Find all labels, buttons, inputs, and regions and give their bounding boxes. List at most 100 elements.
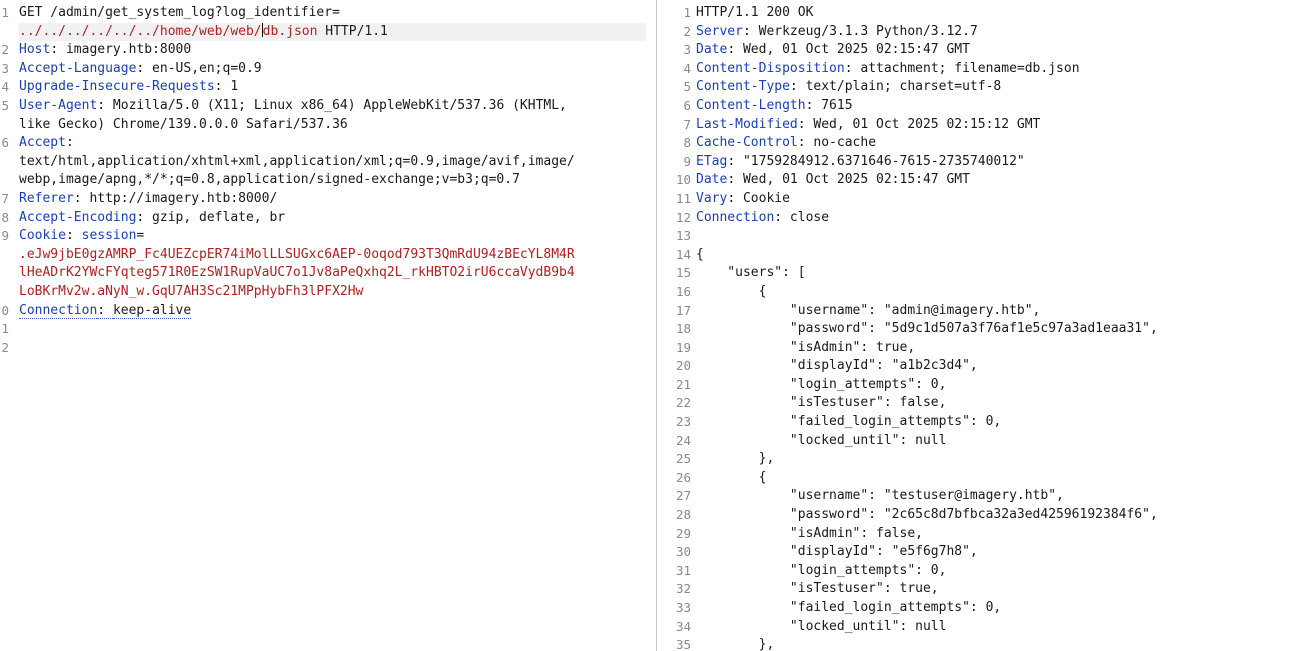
header-name: Host xyxy=(19,42,51,58)
line-number: 27 xyxy=(675,488,691,504)
response-header[interactable]: Date: Wed, 01 Oct 2025 02:15:47 GMT xyxy=(696,171,1304,190)
json-body-line[interactable]: }, xyxy=(696,450,1304,469)
line-number: 34 xyxy=(675,618,691,634)
json-body-line[interactable]: "login_attempts": 0, xyxy=(696,562,1304,581)
json-body-line[interactable]: "locked_until": null xyxy=(696,432,1304,451)
line-number: 11 xyxy=(675,190,691,206)
header-value: no-cache xyxy=(805,135,877,151)
response-header[interactable]: Vary: Cookie xyxy=(696,190,1304,209)
line-number: 17 xyxy=(675,302,691,318)
line-number xyxy=(0,23,9,42)
json-body-line[interactable]: "failed_login_attempts": 0, xyxy=(696,413,1304,432)
json-body-line[interactable]: "password": "5d9c1d507a3f76af1e5c97a3ad1… xyxy=(696,320,1304,339)
line-number: 18 xyxy=(675,321,691,337)
json-body-line[interactable]: "username": "admin@imagery.htb", xyxy=(696,302,1304,321)
json-text: "users": [ xyxy=(696,265,806,281)
json-body-line[interactable]: "login_attempts": 0, xyxy=(696,376,1304,395)
header-accept-language[interactable]: Accept-Language: en-US,en;q=0.9 xyxy=(19,60,646,79)
cookie-value-2[interactable]: lHeADrK2YWcFYqteg571R0EzSW1RupVaUC7o1Jv8… xyxy=(19,264,646,283)
json-body-line[interactable]: "isAdmin": true, xyxy=(696,339,1304,358)
header-name: Last-Modified xyxy=(696,116,798,132)
response-header[interactable]: Server: Werkzeug/3.1.3 Python/3.12.7 xyxy=(696,23,1304,42)
line-number xyxy=(0,153,9,172)
line-number: 7 xyxy=(683,116,691,132)
header-accept-encoding[interactable]: Accept-Encoding: gzip, deflate, br xyxy=(19,209,646,228)
cookie-value: lHeADrK2YWcFYqteg571R0EzSW1RupVaUC7o1Jv8… xyxy=(19,265,575,281)
header-upgrade-insecure[interactable]: Upgrade-Insecure-Requests: 1 xyxy=(19,78,646,97)
json-body-line[interactable]: "displayId": "a1b2c3d4", xyxy=(696,357,1304,376)
json-text: "failed_login_attempts": 0, xyxy=(696,414,1002,430)
line-number: 6 xyxy=(683,97,691,113)
header-host[interactable]: Host: imagery.htb:8000 xyxy=(19,41,646,60)
json-body-line[interactable]: { xyxy=(696,283,1304,302)
response-header[interactable]: Content-Disposition: attachment; filenam… xyxy=(696,60,1304,79)
line-number: 24 xyxy=(675,432,691,448)
header-user-agent-cont[interactable]: like Gecko) Chrome/139.0.0.0 Safari/537.… xyxy=(19,116,646,135)
line-number: 3 xyxy=(683,42,691,58)
header-name: Accept-Language xyxy=(19,60,137,76)
json-body-line[interactable]: { xyxy=(696,469,1304,488)
header-referer[interactable]: Referer: http://imagery.htb:8000/ xyxy=(19,190,646,209)
header-name: Connection xyxy=(19,302,98,319)
request-line-path[interactable]: ../../../../../../home/web/web/db.json H… xyxy=(19,22,646,42)
json-text: }, xyxy=(696,637,775,651)
header-name: User-Agent xyxy=(19,97,98,113)
json-body-line[interactable]: { xyxy=(696,246,1304,265)
header-connection[interactable]: Connection: keep-alive xyxy=(19,302,646,321)
json-body-line[interactable]: "users": [ xyxy=(696,264,1304,283)
header-user-agent[interactable]: User-Agent: Mozilla/5.0 (X11; Linux x86_… xyxy=(19,97,646,116)
response-header[interactable]: ETag: "1759284912.6371646-7615-273574001… xyxy=(696,153,1304,172)
line-number: 10 xyxy=(675,172,691,188)
line-number: 28 xyxy=(675,507,691,523)
json-body-line[interactable]: "username": "testuser@imagery.htb", xyxy=(696,487,1304,506)
line-number: 30 xyxy=(675,544,691,560)
header-name: Content-Type xyxy=(696,79,790,95)
json-body-line[interactable]: "isTestuser": false, xyxy=(696,394,1304,413)
json-text: "isTestuser": false, xyxy=(696,395,947,411)
response-header[interactable]: Content-Length: 7615 xyxy=(696,97,1304,116)
line-number: 35 xyxy=(675,637,691,651)
response-viewer[interactable]: 1 2 3 4 5 6 7 8 9 10 11 12 13 14 15 16 17 18 19 20 21 22 23 24 2… xyxy=(657,0,1310,651)
response-text[interactable]: HTTP/1.1 200 OK Server: Werkzeug/3.1.3 P… xyxy=(696,4,1304,651)
response-header[interactable]: Connection: close xyxy=(696,209,1304,228)
header-name: Date xyxy=(696,172,728,188)
response-header[interactable]: Date: Wed, 01 Oct 2025 02:15:47 GMT xyxy=(696,41,1304,60)
json-text: "password": "2c65c8d7bfbca32a3ed42596192… xyxy=(696,507,1158,523)
header-value: Cookie xyxy=(735,190,790,206)
header-accept-value-2[interactable]: webp,image/apng,*/*;q=0.8,application/si… xyxy=(19,171,646,190)
json-body-line[interactable]: }, xyxy=(696,636,1304,651)
line-number: 1 xyxy=(1,321,9,337)
line-number: 29 xyxy=(675,525,691,541)
json-body-line[interactable]: "locked_until": null xyxy=(696,618,1304,637)
header-accept-value-1[interactable]: text/html,application/xhtml+xml,applicat… xyxy=(19,153,646,172)
cookie-value: LoBKrMv2w.aNyN_w.GqU7AH3Sc21MPpHybFh3lPF… xyxy=(19,283,364,299)
json-body-line[interactable]: "password": "2c65c8d7bfbca32a3ed42596192… xyxy=(696,506,1304,525)
json-body-line[interactable] xyxy=(696,227,1304,246)
line-number: 8 xyxy=(1,209,9,225)
header-accept[interactable]: Accept: xyxy=(19,134,646,153)
empty-line[interactable] xyxy=(19,339,646,358)
cookie-value-3[interactable]: LoBKrMv2w.aNyN_w.GqU7AH3Sc21MPpHybFh3lPF… xyxy=(19,283,646,302)
http-version: HTTP/1.1 xyxy=(317,23,388,39)
response-header[interactable]: Cache-Control: no-cache xyxy=(696,134,1304,153)
empty-line[interactable] xyxy=(19,320,646,339)
request-text[interactable]: GET /admin/get_system_log?log_identifier… xyxy=(19,4,646,357)
request-editor[interactable]: 1 2 3 4 5 6 7 8 9 0 1 2 GET /admin/get_system_log?l… xyxy=(0,0,656,651)
json-body-line[interactable]: "isTestuser": true, xyxy=(696,580,1304,599)
line-number xyxy=(0,171,9,190)
cookie-value-1[interactable]: .eJw9jbE0gzAMRP_Fc4UEZcpER74iMolLLSUGxc6… xyxy=(19,246,646,265)
status-line[interactable]: HTTP/1.1 200 OK xyxy=(696,4,1304,23)
header-value: Werkzeug/3.1.3 Python/3.12.7 xyxy=(750,23,978,39)
response-header[interactable]: Last-Modified: Wed, 01 Oct 2025 02:15:12… xyxy=(696,116,1304,135)
line-number: 7 xyxy=(1,190,9,206)
header-cookie[interactable]: Cookie: session= xyxy=(19,227,646,246)
json-text: "username": "testuser@imagery.htb", xyxy=(696,488,1064,504)
response-header[interactable]: Content-Type: text/plain; charset=utf-8 xyxy=(696,78,1304,97)
request-line[interactable]: GET /admin/get_system_log?log_identifier… xyxy=(19,4,646,23)
json-body-line[interactable]: "isAdmin": false, xyxy=(696,525,1304,544)
line-number: 2 xyxy=(1,42,9,58)
json-body-line[interactable]: "displayId": "e5f6g7h8", xyxy=(696,543,1304,562)
line-number: 2 xyxy=(1,339,9,355)
line-number: 20 xyxy=(675,358,691,374)
json-body-line[interactable]: "failed_login_attempts": 0, xyxy=(696,599,1304,618)
